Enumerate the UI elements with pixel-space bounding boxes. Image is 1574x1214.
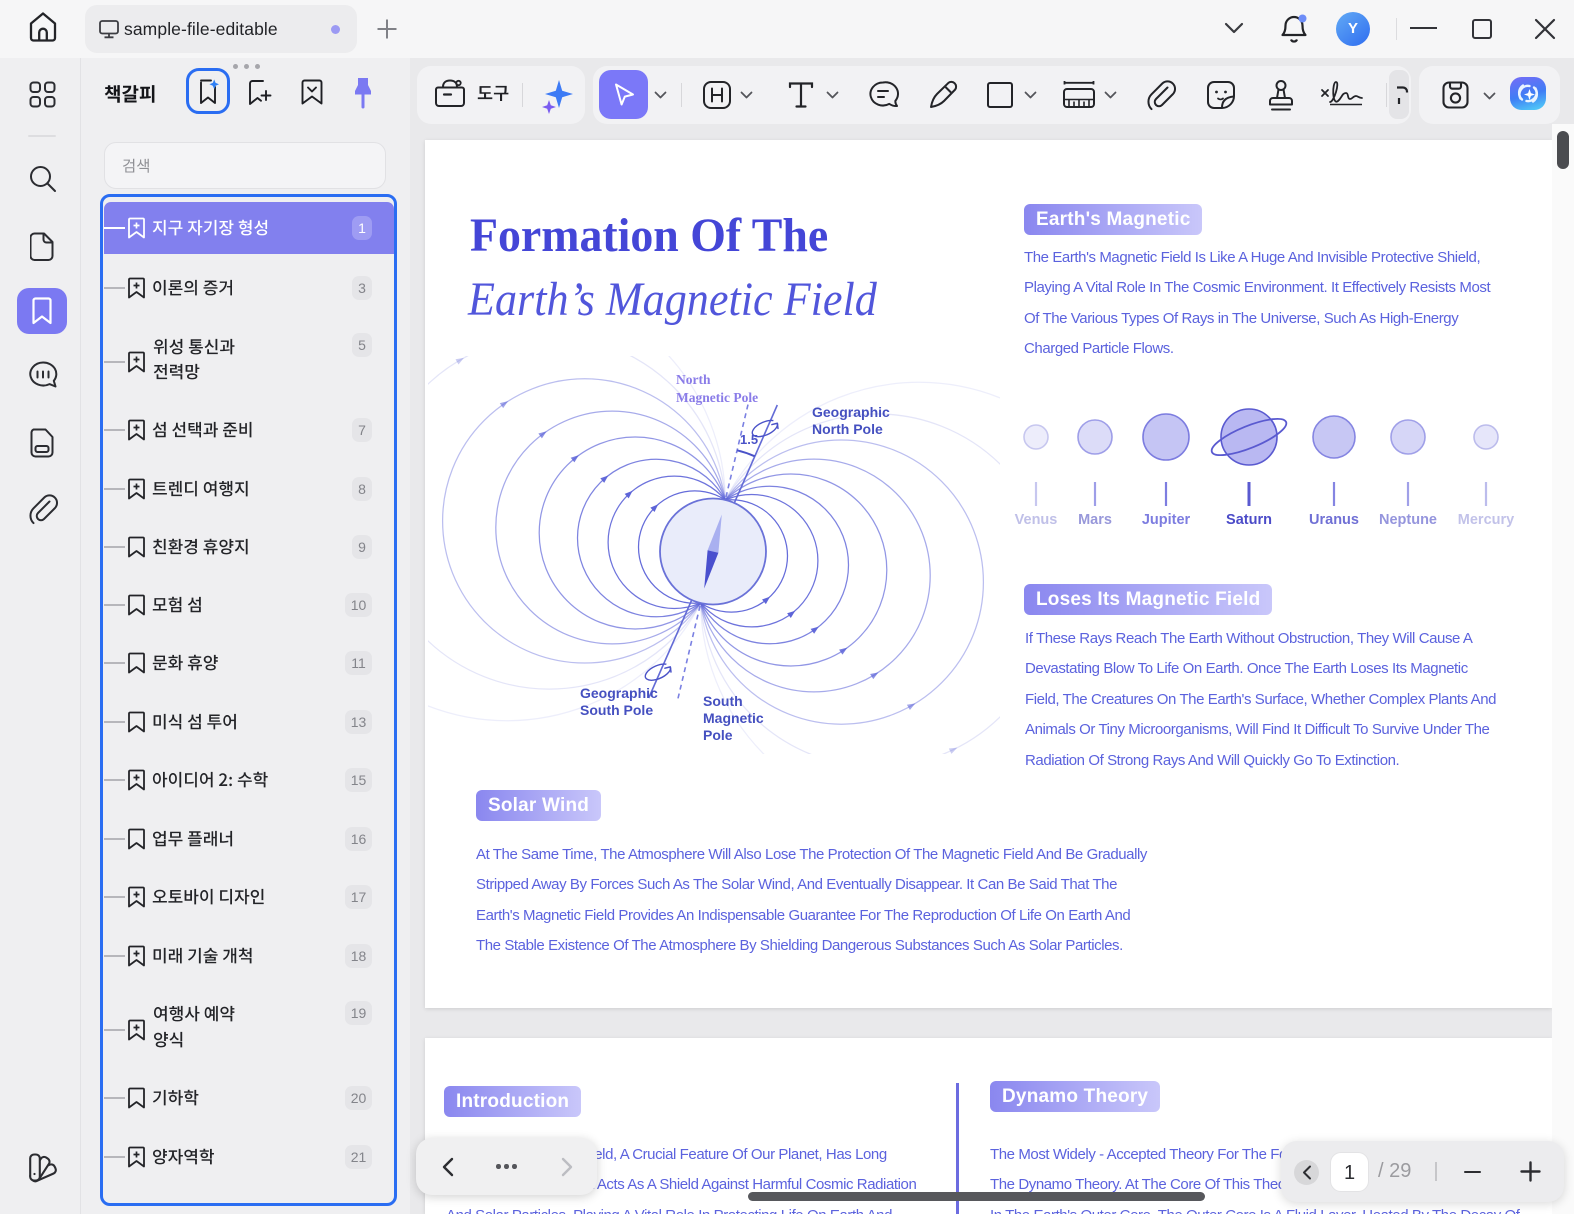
svg-text:South: South <box>703 693 743 709</box>
svg-text:Saturn: Saturn <box>1226 512 1272 528</box>
svg-text:North Pole: North Pole <box>812 421 883 437</box>
svg-text:Neptune: Neptune <box>1379 512 1437 528</box>
svg-text:South Pole: South Pole <box>580 702 653 718</box>
svg-text:1.5: 1.5 <box>740 432 758 447</box>
svg-text:Geographic: Geographic <box>812 404 890 420</box>
svg-text:Magnetic Pole: Magnetic Pole <box>676 390 758 405</box>
svg-text:Uranus: Uranus <box>1309 512 1359 528</box>
svg-text:Mars: Mars <box>1078 512 1112 528</box>
svg-text:Venus: Venus <box>1015 512 1058 528</box>
svg-text:North: North <box>676 372 711 387</box>
svg-text:Jupiter: Jupiter <box>1142 512 1191 528</box>
svg-text:Pole: Pole <box>703 727 733 743</box>
svg-text:Magnetic: Magnetic <box>703 710 764 726</box>
svg-text:Geographic: Geographic <box>580 685 658 701</box>
svg-text:Mercury: Mercury <box>1458 512 1514 528</box>
